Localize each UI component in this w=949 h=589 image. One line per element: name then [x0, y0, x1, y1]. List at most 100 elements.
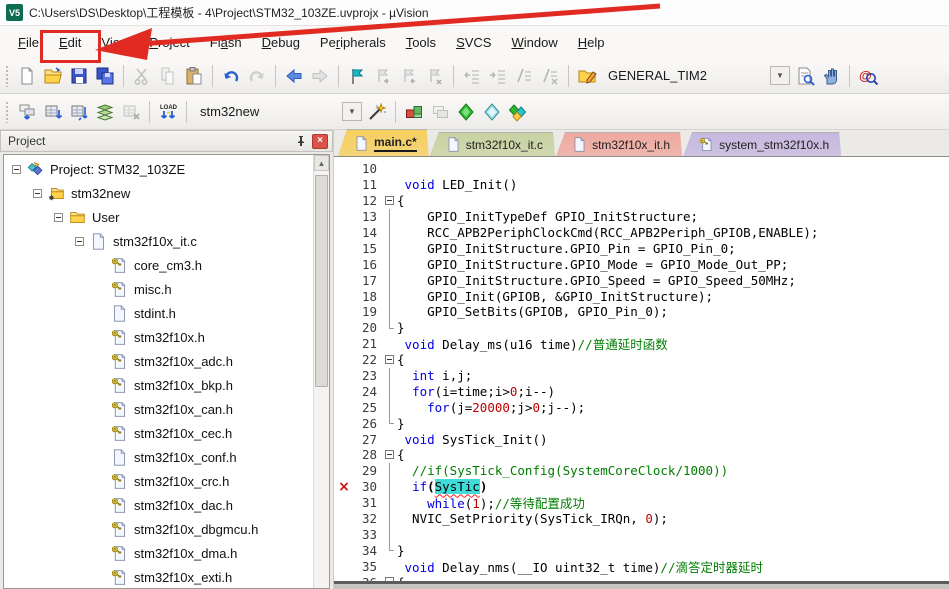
menu-debug[interactable]: Debug [252, 30, 310, 55]
toolbar-grip[interactable] [5, 101, 10, 123]
page-key-icon [110, 569, 129, 586]
fold-collapse-icon[interactable] [385, 355, 394, 364]
save-all-button[interactable] [93, 64, 117, 88]
menu-file[interactable]: File [8, 30, 49, 55]
fold-margin[interactable] [384, 447, 397, 463]
tree-item-stm32f10x-can-h[interactable]: stm32f10x_can.h [4, 397, 313, 421]
tab-stm32f10x-it-c[interactable]: stm32f10x_it.c [430, 132, 555, 156]
tab-label: main.c* [374, 135, 417, 152]
find-in-files-button[interactable] [793, 64, 817, 88]
new-file-button[interactable] [15, 64, 39, 88]
error-marker-icon[interactable]: × [334, 480, 354, 494]
code-line-18: 18 GPIO_Init(GPIOB, &GPIO_InitStructure)… [334, 288, 949, 304]
toolbar-grip[interactable] [5, 65, 10, 87]
line-number: 24 [354, 384, 384, 399]
tree-item-stdint-h[interactable]: stdint.h [4, 301, 313, 325]
tree-item-stm32f10x-crc-h[interactable]: stm32f10x_crc.h [4, 469, 313, 493]
pack-manager-button[interactable] [506, 100, 530, 124]
tree-item-stm32f10x-conf-h[interactable]: stm32f10x_conf.h [4, 445, 313, 469]
code-text: void Delay_nms(__IO uint32_t time)//滴答定时… [397, 557, 763, 576]
line-number: 18 [354, 289, 384, 304]
tree-item-stm32f10x-adc-h[interactable]: stm32f10x_adc.h [4, 349, 313, 373]
pin-icon[interactable] [293, 134, 309, 149]
translate-button[interactable] [15, 100, 39, 124]
tree-item-stm32f10x-exti-h[interactable]: stm32f10x_exti.h [4, 565, 313, 589]
scrollbar-thumb[interactable] [315, 175, 328, 387]
line-number: 10 [354, 161, 384, 176]
tree-item-stm32f10x-it-c[interactable]: stm32f10x_it.c [4, 229, 313, 253]
collapse-box-icon[interactable] [54, 213, 63, 222]
fold-margin[interactable] [384, 193, 397, 209]
tree-item-stm32f10x-h[interactable]: stm32f10x.h [4, 325, 313, 349]
menu-window[interactable]: Window [501, 30, 567, 55]
target-select-dropdown-icon[interactable]: ▼ [342, 102, 362, 121]
tree-item-stm32f10x-cec-h[interactable]: stm32f10x_cec.h [4, 421, 313, 445]
menu-tools[interactable]: Tools [396, 30, 446, 55]
tab-stm32f10x-it-h[interactable]: stm32f10x_it.h [556, 132, 682, 156]
target-icon [26, 161, 45, 178]
line-number: 35 [354, 559, 384, 574]
grep-button[interactable] [819, 64, 843, 88]
build-button[interactable] [41, 100, 65, 124]
manage-project-items-button[interactable] [402, 100, 426, 124]
code-line-22: 22{ [334, 352, 949, 368]
menu-flash[interactable]: Flash [200, 30, 252, 55]
open-file-button[interactable] [41, 64, 65, 88]
code-text: while(1);//等待配置成功 [397, 493, 585, 512]
search-text-dropdown-icon[interactable]: ▼ [770, 66, 790, 85]
tree-item-stm32f10x-dbgmcu-h[interactable]: stm32f10x_dbgmcu.h [4, 517, 313, 541]
code-text: GPIO_InitStructure.GPIO_Pin = GPIO_Pin_0… [397, 241, 736, 256]
download-button[interactable]: LOAD [156, 100, 180, 124]
tree-item-stm32new[interactable]: stm32new [4, 181, 313, 205]
project-tree-scrollbar[interactable]: ▲ [313, 155, 329, 588]
fold-margin [384, 542, 397, 558]
page-key-icon [110, 377, 129, 394]
fold-collapse-icon[interactable] [385, 196, 394, 205]
close-project-panel-icon[interactable]: × [312, 134, 328, 149]
fold-collapse-icon[interactable] [385, 450, 394, 459]
scrollbar-up-icon[interactable]: ▲ [314, 155, 329, 171]
tree-item-stm32f10x-bkp-h[interactable]: stm32f10x_bkp.h [4, 373, 313, 397]
fold-margin [384, 431, 397, 447]
manage-rte-button[interactable] [454, 100, 478, 124]
target-select-combo[interactable]: stm32new [192, 104, 340, 119]
menu-bar: FileEditViewProjectFlashDebugPeripherals… [0, 26, 949, 58]
svg-text:@: @ [859, 68, 872, 83]
folder-mod-icon [47, 185, 66, 202]
menu-edit[interactable]: Edit [49, 30, 91, 55]
rebuild-button[interactable] [67, 100, 91, 124]
menu-svcs[interactable]: SVCS [446, 30, 501, 55]
tree-item-stm32f10x-dac-h[interactable]: stm32f10x_dac.h [4, 493, 313, 517]
tree-item-stm32f10x-dma-h[interactable]: stm32f10x_dma.h [4, 541, 313, 565]
search-text-combo[interactable]: GENERAL_TIM2 [600, 68, 768, 83]
navigate-back-button[interactable] [282, 64, 306, 88]
code-editor[interactable]: 1011 void LED_Init()12{13 GPIO_InitTypeD… [334, 158, 949, 581]
batch-build-button[interactable] [93, 100, 117, 124]
tree-item-core-cm3-h[interactable]: core_cm3.h [4, 253, 313, 277]
tab-system-stm32f10x-h[interactable]: system_stm32f10x.h [683, 132, 841, 156]
toggle-bookmark-button[interactable] [345, 64, 369, 88]
undo-button[interactable] [219, 64, 243, 88]
code-line-15: 15 GPIO_InitStructure.GPIO_Pin = GPIO_Pi… [334, 240, 949, 256]
line-number: 29 [354, 463, 384, 478]
menu-project[interactable]: Project [139, 30, 199, 55]
paste-button[interactable] [182, 64, 206, 88]
fold-margin[interactable] [384, 574, 397, 581]
menu-view[interactable]: View [91, 30, 139, 55]
tree-item-project-stm32-103ze[interactable]: Project: STM32_103ZE [4, 157, 313, 181]
tree-item-misc-h[interactable]: misc.h [4, 277, 313, 301]
tree-item-user[interactable]: User [4, 205, 313, 229]
tab-main-c-[interactable]: main.c* [338, 129, 429, 156]
collapse-box-icon[interactable] [12, 165, 21, 174]
edit-search-settings-button[interactable] [575, 64, 599, 88]
options-for-target-button[interactable] [365, 100, 389, 124]
menu-peripherals[interactable]: Peripherals [310, 30, 396, 55]
fold-margin[interactable] [384, 352, 397, 368]
editor-area: main.c* stm32f10x_it.cstm32f10x_it.hsyste… [334, 130, 949, 589]
save-button[interactable] [67, 64, 91, 88]
collapse-box-icon[interactable] [75, 237, 84, 246]
collapse-box-icon[interactable] [33, 189, 42, 198]
pack-installer-button[interactable] [480, 100, 504, 124]
menu-help[interactable]: Help [568, 30, 615, 55]
lookup-button[interactable]: @ [856, 64, 880, 88]
